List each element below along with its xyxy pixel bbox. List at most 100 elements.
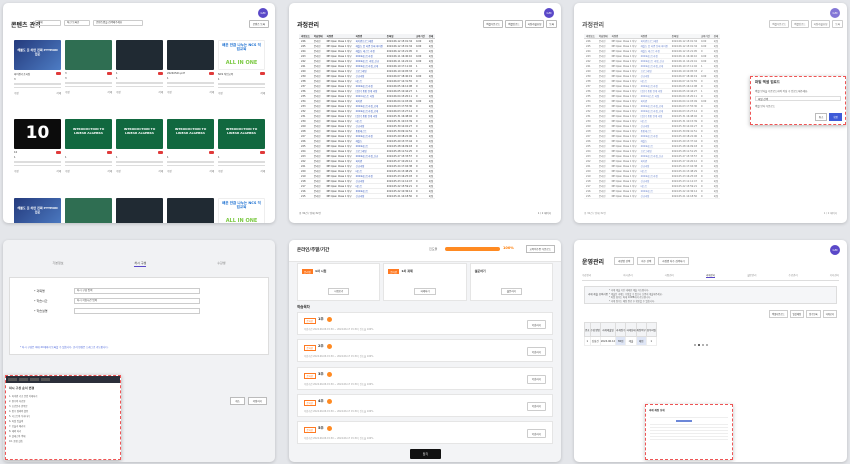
delete-button[interactable]: 삭제 [260,91,265,95]
content-card[interactable]: 20240521.pdf1수정삭제 [167,198,214,223]
ops-tab-7[interactable]: 기타관리 [830,273,839,278]
close-button[interactable]: 닫기 [410,449,441,459]
content-card[interactable]: 11수정삭제 [116,40,163,114]
ops-tab-1[interactable]: 수강관리 [582,273,591,278]
user-avatar[interactable]: GM [544,8,554,18]
delete-button[interactable]: 삭제 [158,169,163,173]
field-input[interactable]: 차시 구성 입력 [74,288,200,294]
delete-button[interactable]: 삭제 [260,169,265,173]
save-button[interactable]: 저장하기 [247,397,267,405]
table-cell[interactable]: 1 [645,336,657,346]
cancel-button[interactable]: 취소 [230,397,245,405]
content-card[interactable]: 11수정삭제 [116,198,163,223]
filter-3[interactable]: 과정명 차수 검색하기 [658,257,689,265]
table-cell[interactable]: 해볼도 못 하면 진짜 파이썬 [353,43,385,49]
column-header[interactable]: 교육기간 [413,34,427,39]
content-thumbnail[interactable] [116,198,163,223]
edit-button[interactable]: 수정 [65,90,70,94]
search-input[interactable]: 콘텐츠명을 검색해주세요 [93,20,143,26]
table-cell[interactable]: 제출 [625,336,637,346]
delete-button[interactable]: 삭제 [209,90,214,94]
delete-button[interactable]: 삭제 [107,90,112,94]
filter-1[interactable]: 과정명 선택 [614,257,635,265]
content-card[interactable]: 해볼도 못 하면 진짜 PYTHON 입문파이썬기초과정3수정삭제 [14,40,61,114]
content-thumbnail[interactable]: 해볼도 못 하면 진짜 PYTHON 입문 [14,198,61,223]
toolbar-button-3[interactable]: 과정개설요청 [524,20,545,28]
exam-action-button[interactable]: 과제하기 [414,288,436,295]
ops-button-2[interactable]: 일괄채점 [789,310,805,318]
table-cell[interactable]: 신규과정 [353,193,385,199]
study-button[interactable]: 학습하기 [526,320,546,329]
content-thumbnail[interactable] [167,40,214,70]
study-button[interactable]: 학습하기 [526,401,546,411]
edit-button[interactable]: 수정 [218,91,223,95]
content-thumbnail[interactable]: INTRODUCTION TO LINEAR ALGEBRA [218,119,265,149]
dialog-confirm-button[interactable]: 확인 [829,113,842,121]
column-header[interactable]: 학습형태 [311,34,325,39]
content-card[interactable]: INTRODUCTION TO LINEAR ALGEBRA 1 수정 삭제 [65,119,112,193]
content-thumbnail[interactable] [167,198,214,223]
content-card[interactable]: INTRODUCTION TO LINEAR ALGEBRA 1 수정 삭제 [167,119,214,193]
content-thumbnail[interactable]: INTRODUCTION TO LINEAR ALGEBRA [65,119,112,149]
edit-button[interactable]: 수정 [116,90,121,94]
content-thumbnail[interactable] [116,40,163,70]
study-button[interactable]: 학습하기 [526,347,546,357]
table-cell[interactable]: 채점 [635,336,647,346]
content-card[interactable]: 10 10 1 수정 삭제 [14,119,61,193]
exam-action-button[interactable]: 시험보기 [328,288,350,295]
content-card[interactable]: 해볼도 못 하면 진짜 PYTHON 입문파이썬기초과정3수정삭제 [14,198,61,223]
ops-tab-5[interactable]: 설문관리 [747,273,756,278]
ops-tab-3[interactable]: 시험관리 [665,273,674,278]
content-thumbnail[interactable]: 배운 만큼 나누는 NCS 직업교육 ALL IN ONE [218,40,265,70]
toolbar-button-4[interactable]: 등록 [546,20,557,28]
ops-button-1[interactable]: 엑셀다운로드 [768,310,788,318]
study-button[interactable]: 학습하기 [526,374,546,384]
reorder-item[interactable]: 10. 종합 실습 [6,438,120,443]
register-content-button[interactable]: 콘텐츠 등록 [248,20,269,28]
content-thumbnail[interactable] [65,40,112,70]
file-select-input[interactable]: 파일 선택 [755,96,841,101]
field-input[interactable] [74,308,200,314]
ops-tab-2[interactable]: 차시관리 [623,273,632,278]
edit-button[interactable]: 수정 [116,169,121,173]
delete-button[interactable]: 삭제 [56,169,61,173]
tab-2[interactable]: 차시 구성 [134,261,147,267]
tab-3[interactable]: 수강생 [217,261,225,267]
exam-action-button[interactable]: 설문하기 [500,288,522,295]
content-card[interactable]: INTRODUCTION TO LINEAR ALGEBRA 1 수정 삭제 [218,119,265,193]
ops-button-3[interactable]: 점수등록 [806,310,821,318]
delete-button[interactable]: 삭제 [209,169,214,173]
ops-button-4[interactable]: 과제공지 [822,310,837,318]
content-card[interactable]: 33수정삭제 [65,40,112,114]
edit-button[interactable]: 수정 [65,169,70,173]
content-card[interactable]: 배운 만큼 나누는 NCS 직업교육ALL IN ONENCS 직업교육1수정삭… [218,40,265,114]
content-thumbnail[interactable]: INTRODUCTION TO LINEAR ALGEBRA [116,119,163,149]
filter-2[interactable]: 차수 선택 [637,257,656,265]
delete-button[interactable]: 삭제 [56,91,61,95]
user-avatar[interactable]: GM [258,8,268,18]
template-download-link[interactable]: 엑셀 양식 다운로드 [751,103,845,109]
column-header[interactable]: 과정코드 [299,34,312,39]
pagination-dots[interactable] [694,344,708,346]
content-card[interactable]: 20240521.pdf1수정삭제 [167,40,214,114]
toolbar-button-1[interactable]: 엑셀다운로드 [483,20,504,28]
dialog-cancel-button[interactable]: 취소 [814,113,828,121]
edit-button[interactable]: 수정 [14,169,19,173]
edit-button[interactable]: 수정 [14,91,19,95]
edit-button[interactable]: 수정 [218,169,223,173]
content-card[interactable]: 배운 만큼 나누는 NCS 직업교육ALL IN ONENCS 직업교육1수정삭… [218,198,265,223]
pagination[interactable]: 1 / 2 페이지 [538,211,551,215]
sort-filter-select[interactable]: 최신 등록순 [64,20,90,26]
ops-tab-4[interactable]: 과제관리 [705,273,716,278]
table-row[interactable]: 215 온라인 NE Open Class 1 직무 신규과정 2024.05.21 1… [299,193,436,199]
content-card[interactable]: 33수정삭제 [65,198,112,223]
content-thumbnail[interactable]: 해볼도 못 하면 진짜 PYTHON 입문 [14,40,61,70]
content-thumbnail[interactable]: INTRODUCTION TO LINEAR ALGEBRA [167,119,214,149]
toolbar-button-2[interactable]: 엑셀업로드 [505,20,523,28]
delete-button[interactable]: 삭제 [107,169,112,173]
content-thumbnail[interactable] [65,198,112,223]
tab-1[interactable]: 기본정보 [52,261,63,267]
type-filter-select[interactable]: 전체 [35,20,61,26]
certificate-download-button[interactable]: 교육이수증 다운로드 [525,245,555,253]
study-button[interactable]: 학습하기 [526,429,546,439]
